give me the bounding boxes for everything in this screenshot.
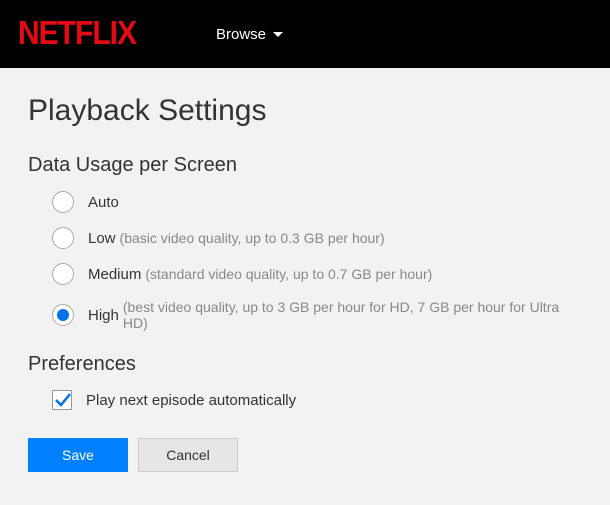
preferences-heading: Preferences: [28, 353, 582, 376]
top-bar: NETFLIX Browse: [0, 0, 610, 68]
autoplay-checkbox-row[interactable]: Play next episode automatically: [28, 390, 582, 410]
radio-label: Medium: [88, 266, 141, 283]
radio-desc: (best video quality, up to 3 GB per hour…: [123, 299, 582, 331]
radio-label: High: [88, 307, 119, 324]
page-title: Playback Settings: [28, 94, 582, 128]
radio-desc: (standard video quality, up to 0.7 GB pe…: [145, 266, 432, 282]
content-area: Playback Settings Data Usage per Screen …: [0, 68, 610, 498]
radio-desc: (basic video quality, up to 0.3 GB per h…: [120, 230, 385, 246]
caret-down-icon: [273, 32, 283, 37]
radio-icon: [52, 227, 74, 249]
cancel-button[interactable]: Cancel: [138, 438, 238, 472]
checkbox-icon: [52, 390, 72, 410]
checkmark-icon: [54, 391, 72, 409]
browse-label: Browse: [216, 26, 266, 43]
radio-option-low[interactable]: Low (basic video quality, up to 0.3 GB p…: [52, 227, 582, 249]
radio-option-auto[interactable]: Auto: [52, 191, 582, 213]
radio-label: Low: [88, 230, 116, 247]
data-usage-radio-group: Auto Low (basic video quality, up to 0.3…: [28, 191, 582, 331]
netflix-logo: NETFLIX: [18, 15, 136, 52]
radio-option-medium[interactable]: Medium (standard video quality, up to 0.…: [52, 263, 582, 285]
browse-menu[interactable]: Browse: [216, 26, 283, 43]
radio-icon: [52, 191, 74, 213]
autoplay-label: Play next episode automatically: [86, 392, 296, 409]
radio-option-high[interactable]: High (best video quality, up to 3 GB per…: [52, 299, 582, 331]
radio-label: Auto: [88, 194, 119, 211]
radio-icon: [52, 304, 74, 326]
save-button[interactable]: Save: [28, 438, 128, 472]
data-usage-heading: Data Usage per Screen: [28, 154, 582, 177]
button-row: Save Cancel: [28, 438, 582, 472]
radio-icon: [52, 263, 74, 285]
